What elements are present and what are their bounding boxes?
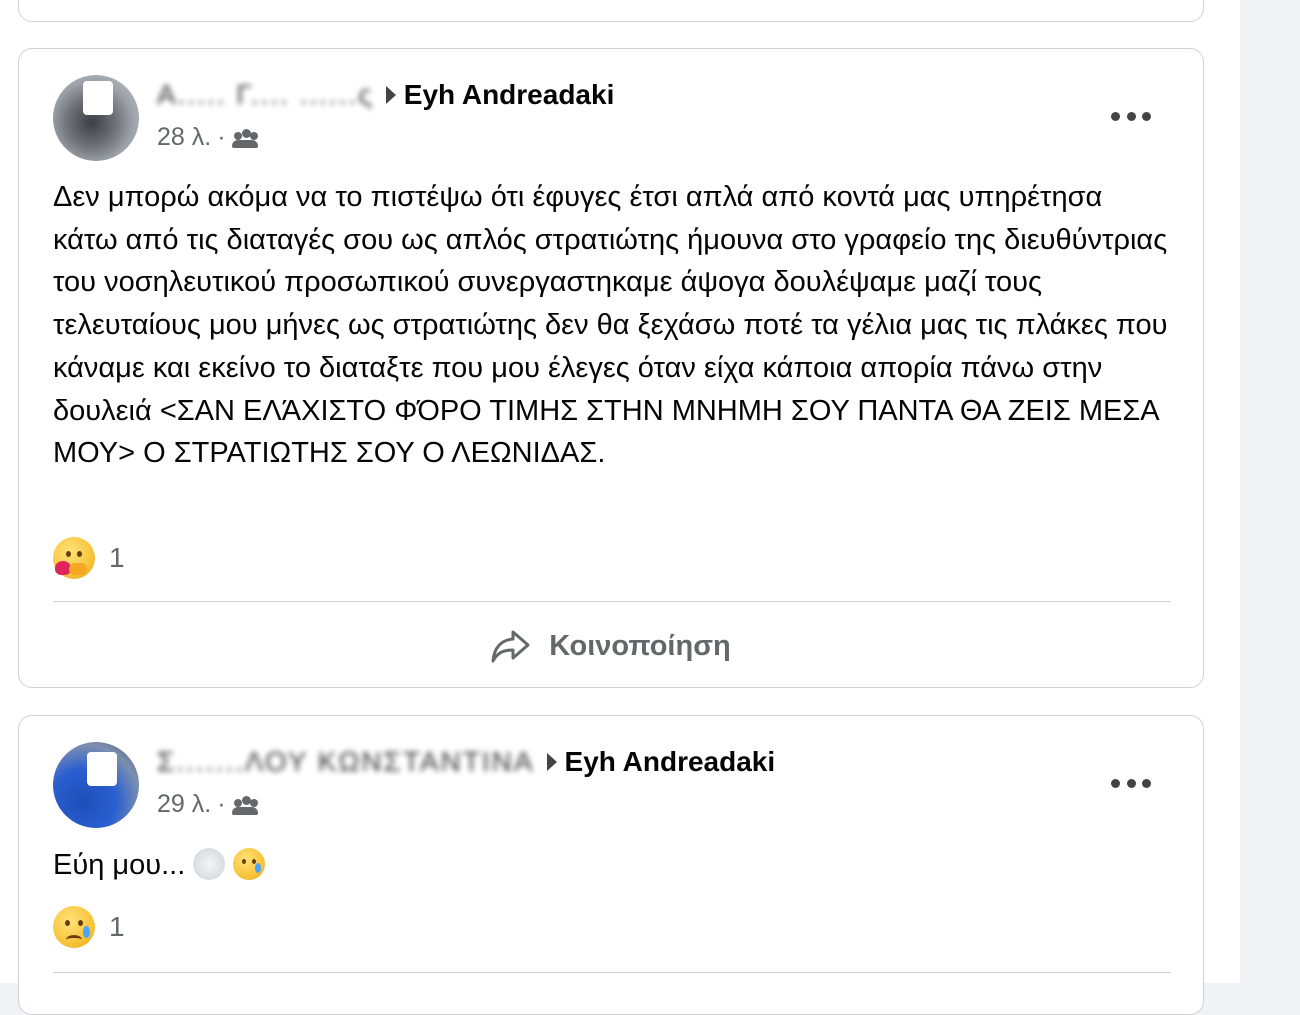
- divider: [53, 601, 1171, 602]
- care-reaction-icon: [53, 537, 95, 579]
- friends-icon[interactable]: [231, 795, 258, 815]
- friends-icon[interactable]: [231, 128, 258, 148]
- reactions-summary[interactable]: 1: [53, 906, 125, 948]
- reaction-count: 1: [109, 542, 125, 573]
- target-profile-link[interactable]: Eyh Andreadaki: [565, 746, 776, 778]
- post-timestamp[interactable]: 29 λ.: [157, 790, 211, 819]
- share-button[interactable]: Κοινοποίηση: [19, 621, 1203, 671]
- reaction-count: 1: [109, 911, 125, 942]
- target-profile-link[interactable]: Eyh Andreadaki: [404, 79, 615, 111]
- previous-post-card: [18, 0, 1204, 22]
- author-avatar[interactable]: [53, 75, 139, 161]
- avatar-redaction: [87, 752, 117, 786]
- more-options-button[interactable]: [1111, 101, 1151, 131]
- post-card: Σ.......ΛΟΥ ΚΩΝΣΤΑΝΤΙΝΑ Eyh Andreadaki 2…: [18, 715, 1204, 1015]
- post-header: Α..... Γ.... ......ς Eyh Andreadaki: [157, 77, 614, 113]
- post-timestamp[interactable]: 28 λ.: [157, 123, 211, 152]
- triangle-right-icon: [546, 753, 557, 771]
- sad-tear-icon: [233, 848, 266, 880]
- sad-reaction-icon: [53, 906, 95, 948]
- avatar-redaction: [83, 81, 113, 115]
- meta-separator: ·: [217, 123, 226, 151]
- author-name-redacted[interactable]: Σ.......ΛΟΥ ΚΩΝΣΤΑΝΤΙΝΑ: [157, 746, 535, 778]
- more-options-button[interactable]: [1111, 768, 1151, 798]
- dove-icon: [193, 848, 226, 880]
- author-name-redacted[interactable]: Α..... Γ.... ......ς: [157, 79, 374, 111]
- share-icon: [491, 630, 530, 663]
- triangle-right-icon: [385, 86, 396, 104]
- post-meta: 28 λ. ·: [157, 123, 258, 152]
- post-header: Σ.......ΛΟΥ ΚΩΝΣΤΑΝΤΙΝΑ Eyh Andreadaki: [157, 744, 775, 780]
- post-meta: 29 λ. ·: [157, 790, 258, 819]
- share-label: Κοινοποίηση: [549, 629, 731, 662]
- meta-separator: ·: [217, 790, 226, 818]
- reactions-summary[interactable]: 1: [53, 537, 125, 579]
- post-text: Εύη μου...: [53, 844, 1173, 887]
- author-avatar[interactable]: [53, 742, 139, 828]
- post-card: Α..... Γ.... ......ς Eyh Andreadaki 28 λ…: [18, 48, 1204, 688]
- right-rail: [1240, 0, 1300, 983]
- post-text: Δεν μπορώ ακόμα να το πιστέψω ότι έφυγες…: [53, 181, 1168, 470]
- post-text-content: Εύη μου...: [53, 849, 186, 881]
- divider: [53, 972, 1171, 973]
